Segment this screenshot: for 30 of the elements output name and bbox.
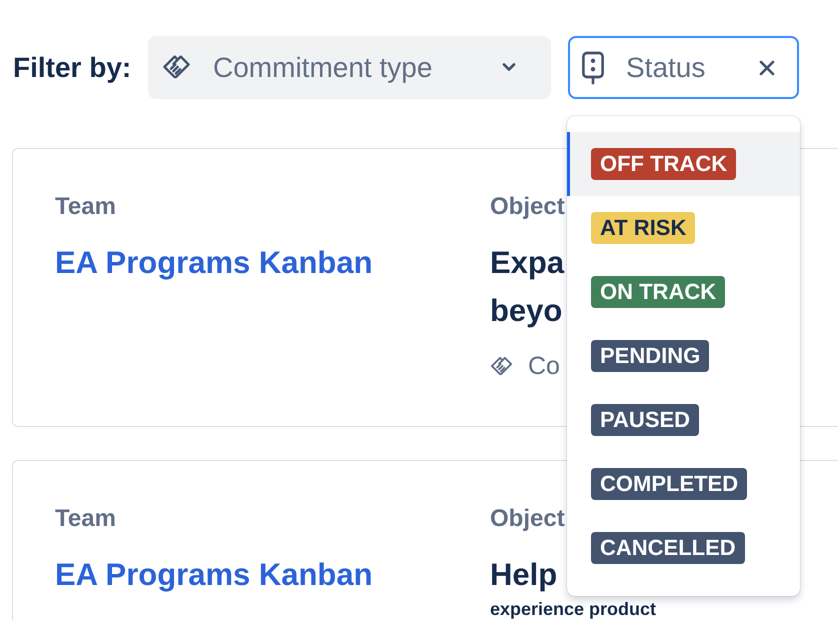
status-icon	[581, 51, 605, 85]
status-option[interactable]: COMPLETED	[567, 452, 800, 516]
status-lozenge: COMPLETED	[591, 468, 748, 500]
column-heading: Object	[490, 192, 565, 222]
handshake-icon	[490, 354, 513, 378]
status-lozenge: ON TRACK	[591, 276, 726, 308]
status-lozenge: CANCELLED	[591, 532, 745, 564]
status-option[interactable]: CANCELLED	[567, 516, 800, 580]
status-option[interactable]: PENDING	[567, 324, 800, 388]
commitment-type-select[interactable]: Commitment type	[148, 36, 551, 99]
status-lozenge: OFF TRACK	[591, 148, 736, 180]
team-link[interactable]: EA Programs Kanban	[55, 551, 373, 599]
status-option[interactable]: AT RISK	[567, 196, 800, 260]
card-title-text: beyo	[490, 292, 562, 330]
commitment-type-text: Co	[528, 351, 560, 382]
team-link[interactable]: EA Programs Kanban	[55, 239, 373, 287]
status-field[interactable]: Status	[568, 36, 799, 99]
card-title-text: Expa	[490, 244, 564, 282]
column-heading: Team	[55, 192, 116, 222]
status-option[interactable]: OFF TRACK	[567, 132, 800, 196]
status-lozenge: AT RISK	[591, 212, 696, 244]
column-heading: Team	[55, 504, 116, 534]
status-lozenge: PENDING	[591, 340, 710, 372]
status-option[interactable]: ON TRACK	[567, 260, 800, 324]
card-title-text: Help	[490, 556, 558, 594]
card-title-text: experience product	[490, 599, 656, 620]
column-heading: Object	[490, 504, 565, 534]
status-option[interactable]: PAUSED	[567, 388, 800, 452]
status-lozenge: PAUSED	[591, 404, 700, 436]
filter-label: Filter by:	[13, 50, 132, 85]
